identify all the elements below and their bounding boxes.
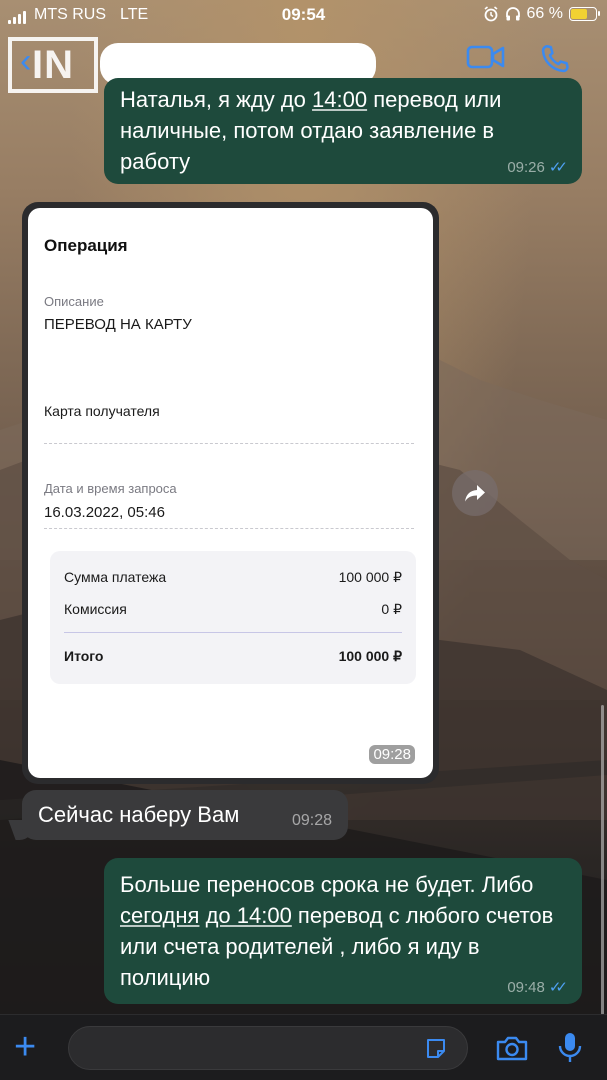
summary-value: 0 ₽ [381, 601, 402, 617]
forward-button[interactable] [452, 470, 498, 516]
status-right: 66 % [483, 5, 600, 23]
message-input-bar: + [0, 1014, 607, 1080]
datetime-label: Дата и время запроса [44, 481, 177, 496]
summary-row: Комиссия 0 ₽ [64, 601, 402, 618]
message-text: Больше переносов срока не будет. Либо се… [120, 872, 554, 990]
summary-row: Сумма платежа 100 000 ₽ [64, 569, 402, 586]
recipient-card-label: Карта получателя [44, 403, 160, 419]
message-input[interactable] [68, 1026, 468, 1070]
description-value: ПЕРЕВОД НА КАРТУ [44, 316, 192, 333]
alarm-icon [484, 6, 498, 22]
message-text: Наталья, я жду до 14:00 перевод или нали… [120, 87, 502, 174]
message-time: 09:28 [369, 745, 415, 764]
divider [44, 443, 414, 444]
summary-label: Итого [64, 648, 104, 664]
forward-icon [465, 485, 485, 502]
video-call-icon [466, 45, 505, 69]
headphones-icon [505, 7, 520, 21]
message-incoming-2[interactable]: Сейчас наберу Вам 09:28 [22, 790, 348, 840]
phone-call-button[interactable] [538, 42, 572, 81]
summary-value: 100 000 ₽ [338, 569, 402, 585]
summary-value: 100 000 ₽ [338, 648, 402, 664]
message-meta: 09:48 ✓✓ [507, 978, 568, 997]
message-meta: 09:26 ✓✓ [507, 158, 568, 177]
datetime-value: 16.03.2022, 05:46 [44, 504, 165, 521]
status-bar: MTS RUS LTE 09:54 66 % [0, 0, 607, 32]
battery-percent: 66 % [526, 5, 563, 22]
receipt-screenshot: Операция Описание ПЕРЕВОД НА КАРТУ Карта… [28, 208, 433, 778]
battery-level [571, 9, 587, 19]
message-outgoing-3[interactable]: Больше переносов срока не будет. Либо се… [104, 858, 582, 1004]
sticker-icon[interactable] [424, 1037, 448, 1061]
battery-icon [569, 7, 600, 21]
read-receipt-icon: ✓✓ [548, 159, 568, 176]
plus-icon[interactable]: + [14, 1027, 36, 1067]
camera-icon[interactable] [495, 1033, 529, 1063]
read-receipt-icon: ✓✓ [548, 979, 568, 996]
summary-divider [64, 632, 402, 633]
payment-summary: Сумма платежа 100 000 ₽ Комиссия 0 ₽ Ито… [50, 551, 416, 684]
summary-total-row: Итого 100 000 ₽ [64, 648, 402, 665]
divider [44, 528, 414, 529]
description-label: Описание [44, 294, 104, 309]
receipt-title: Операция [44, 236, 128, 255]
back-chevron-icon[interactable]: ‹ [20, 44, 31, 78]
video-call-button[interactable] [466, 42, 506, 77]
message-text: Сейчас наберу Вам [38, 802, 240, 827]
message-meta: 09:28 [292, 812, 332, 830]
message-time: 09:26 [507, 158, 545, 176]
summary-label: Комиссия [64, 601, 127, 617]
scrollbar[interactable] [601, 705, 604, 1015]
microphone-icon[interactable] [557, 1031, 583, 1065]
message-time: 09:28 [291, 812, 332, 829]
message-image-receipt[interactable]: Операция Описание ПЕРЕВОД НА КАРТУ Карта… [22, 202, 439, 784]
message-time: 09:48 [507, 978, 545, 996]
message-outgoing-1[interactable]: Наталья, я жду до 14:00 перевод или нали… [104, 78, 582, 184]
phone-icon [541, 44, 569, 73]
summary-label: Сумма платежа [64, 569, 167, 585]
